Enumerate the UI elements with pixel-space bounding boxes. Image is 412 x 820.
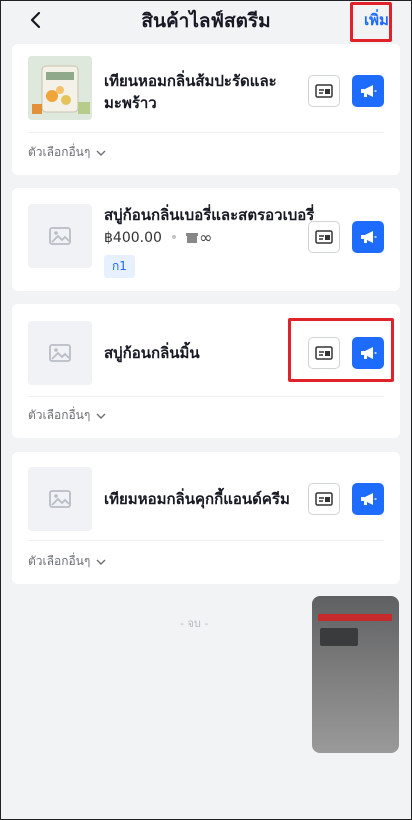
image-placeholder-icon xyxy=(49,344,71,362)
more-options-label: ตัวเลือกอื่นๆ xyxy=(28,408,91,422)
live-preview-window[interactable] xyxy=(312,596,399,753)
product-name: สบู่ก้อนกลิ่นเบอรี่และสตรอวเบอรี่ xyxy=(104,206,315,224)
product-thumbnail xyxy=(28,56,92,120)
divider xyxy=(28,132,384,133)
product-name: เทียนหอมกลิ่นส้มปะรัดและ มะพร้าว xyxy=(104,72,277,112)
product-card: เทียนหอมกลิ่นส้มปะรัดและ มะพร้าว ตัวเลือ… xyxy=(12,44,400,175)
product-tag: ก1 xyxy=(104,255,135,278)
announce-button[interactable] xyxy=(352,221,384,253)
product-price-row: ฿400.00 • ∞ xyxy=(104,228,213,247)
product-card: เทียมหอมกลิ่นคุกกี้แอนด์ครีม ตัวเลือกอื่… xyxy=(12,452,400,584)
divider xyxy=(28,540,384,541)
preview-product-popup xyxy=(320,628,358,646)
chevron-down-icon xyxy=(96,150,106,156)
manage-product-button[interactable] xyxy=(308,483,340,515)
manage-product-button[interactable] xyxy=(308,221,340,253)
manage-product-button[interactable] xyxy=(308,75,340,107)
highlight-add-button xyxy=(350,2,392,42)
product-thumbnail xyxy=(28,204,92,268)
image-placeholder-icon xyxy=(49,227,71,245)
product-price: ฿400.00 xyxy=(104,229,162,246)
more-options-label: ตัวเลือกอื่นๆ xyxy=(28,145,91,159)
more-options-toggle[interactable]: ตัวเลือกอื่นๆ xyxy=(28,143,106,162)
chevron-down-icon xyxy=(96,413,106,419)
box-icon xyxy=(186,232,199,243)
product-thumbnail xyxy=(28,321,92,385)
more-options-toggle[interactable]: ตัวเลือกอื่นๆ xyxy=(28,406,106,425)
image-placeholder-icon xyxy=(49,490,71,508)
stock-value: ∞ xyxy=(199,228,213,247)
preview-banner xyxy=(318,614,392,621)
more-options-label: ตัวเลือกอื่นๆ xyxy=(28,554,91,568)
candle-product-image xyxy=(28,56,92,120)
product-thumbnail xyxy=(28,467,92,531)
announce-button[interactable] xyxy=(352,483,384,515)
product-card-icon xyxy=(315,492,333,506)
product-card: สบู่ก้อนกลิ่นเบอรี่และสตรอวเบอรี่ ฿400.0… xyxy=(12,188,400,291)
stock-indicator: ∞ xyxy=(186,228,213,247)
megaphone-icon xyxy=(361,231,377,243)
divider xyxy=(28,396,384,397)
dot-separator: • xyxy=(169,229,179,246)
more-options-toggle[interactable]: ตัวเลือกอื่นๆ xyxy=(28,552,106,571)
announce-button[interactable] xyxy=(352,75,384,107)
highlight-action-buttons xyxy=(288,318,394,382)
product-name: เทียมหอมกลิ่นคุกกี้แอนด์ครีม xyxy=(104,490,290,508)
product-card-icon xyxy=(315,230,333,244)
product-card-icon xyxy=(315,84,333,98)
chevron-down-icon xyxy=(96,559,106,565)
product-name: สบู่ก้อนกลิ่นมิ้น xyxy=(104,344,200,362)
megaphone-icon xyxy=(361,493,377,505)
end-of-list-label: - จบ - xyxy=(180,617,209,630)
megaphone-icon xyxy=(361,85,377,97)
